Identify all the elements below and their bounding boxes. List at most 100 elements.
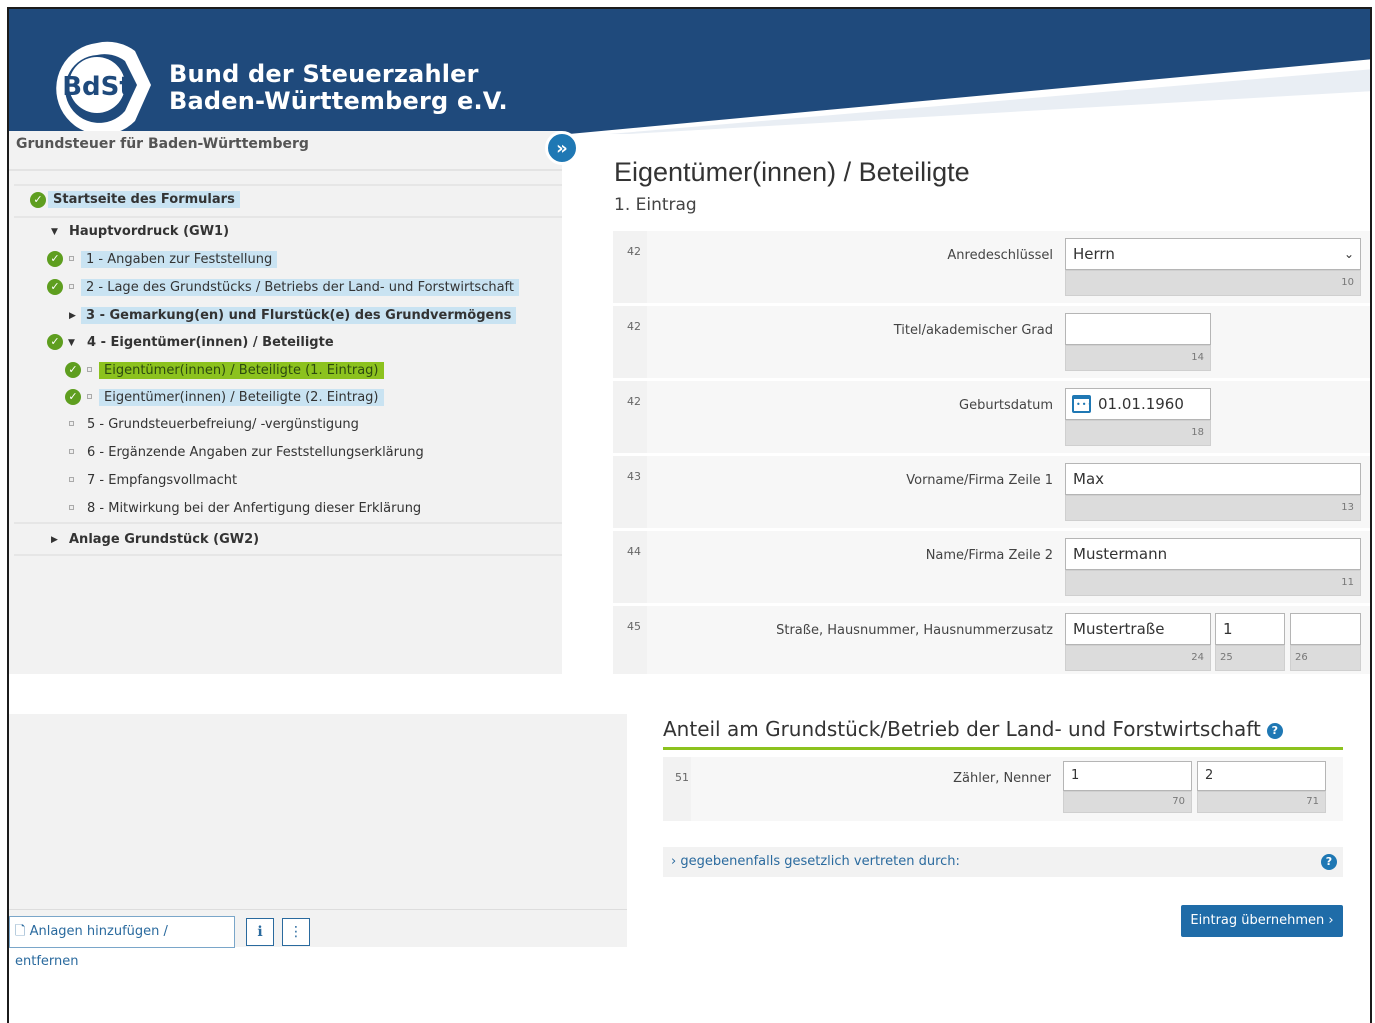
brand-line-2: Baden-Württemberg e.V.: [169, 87, 508, 115]
field-label: Vorname/Firma Zeile 1: [906, 473, 1053, 488]
header-banner: BdSt Bund der Steuerzahler Baden-Württem…: [9, 9, 1370, 134]
info-button[interactable]: ℹ: [246, 918, 274, 946]
represented-by-label: gegebenenfalls gesetzlich vertreten durc…: [680, 854, 960, 869]
tree-item-start[interactable]: Startseite des Formulars: [48, 189, 240, 211]
tree-item-2[interactable]: 2 - Lage des Grundstücks / Betriebs der …: [81, 277, 520, 299]
tree-item-7[interactable]: 7 - Empfangsvollmacht: [87, 470, 237, 492]
field-label: Name/Firma Zeile 2: [925, 548, 1053, 563]
form-row-anrede: 42 Anredeschlüssel Herrn ⌄ 10: [613, 231, 1370, 303]
row-number: 42: [627, 320, 641, 333]
bdst-logo-icon: BdSt: [56, 41, 151, 133]
page-subtitle: 1. Eintrag: [614, 195, 697, 215]
brand-line-1: Bund der Steuerzahler: [169, 60, 479, 88]
tree-item-8[interactable]: 8 - Mitwirkung bei der Anfertigung diese…: [87, 498, 421, 520]
chevron-right-icon: ›: [1328, 913, 1334, 928]
row-number: 51: [675, 771, 689, 784]
tree-item-3[interactable]: 3 - Gemarkung(en) und Flurstück(e) des G…: [81, 305, 517, 327]
check-circle-icon: ✓: [65, 389, 81, 405]
bullet-icon: [87, 367, 92, 372]
field-label: Titel/akademischer Grad: [893, 323, 1053, 338]
char-counter: 13: [1065, 495, 1361, 521]
submit-entry-label: Eintrag übernehmen: [1190, 913, 1325, 928]
check-circle-icon: ✓: [47, 279, 63, 295]
name-input[interactable]: Mustermann: [1065, 538, 1361, 570]
info-icon: ℹ: [257, 924, 263, 940]
row-body: Name/Firma Zeile 2 Mustermann 11: [647, 531, 1370, 603]
bottom-left-panel: [9, 714, 627, 947]
char-counter: 14: [1065, 345, 1211, 371]
tree-item-6[interactable]: 6 - Ergänzende Angaben zur Feststellungs…: [87, 442, 424, 464]
divider: [14, 216, 562, 218]
chevron-right-icon: ›: [671, 854, 677, 869]
question-circle-icon[interactable]: ?: [1266, 722, 1283, 739]
svg-text:BdSt: BdSt: [62, 72, 132, 102]
expand-panel-button[interactable]: »: [545, 131, 579, 165]
row-number: 45: [627, 620, 641, 633]
tree-item-4[interactable]: 4 - Eigentümer(innen) / Beteiligte: [87, 332, 334, 354]
caret-down-icon[interactable]: ▼: [68, 338, 75, 348]
row-body: Geburtsdatum ••• 01.01.1960 18: [647, 381, 1370, 453]
vorname-input[interactable]: Max: [1065, 463, 1361, 495]
caret-right-icon[interactable]: ▶: [51, 535, 58, 545]
check-circle-icon: ✓: [65, 362, 81, 378]
bullet-icon: [69, 421, 74, 426]
field-label: Zähler, Nenner: [953, 771, 1051, 786]
row-number: 44: [627, 545, 641, 558]
char-counter: 71: [1197, 791, 1326, 813]
nenner-input[interactable]: 2: [1197, 761, 1326, 791]
divider: [14, 184, 562, 186]
row-body: Titel/akademischer Grad 14: [647, 306, 1370, 378]
form-row-anteil: 51 Zähler, Nenner 1 70 2 71: [663, 757, 1343, 821]
calendar-icon[interactable]: •••: [1072, 395, 1092, 413]
caret-right-icon[interactable]: ▶: [69, 311, 76, 321]
hausnummer-input[interactable]: 1: [1215, 613, 1285, 645]
bullet-icon: [69, 477, 74, 482]
more-options-button[interactable]: ⋮: [282, 918, 310, 946]
char-counter: 25: [1215, 645, 1285, 671]
tree-item-anlage[interactable]: Anlage Grundstück (GW2): [69, 529, 259, 551]
question-circle-icon[interactable]: ?: [1321, 854, 1337, 870]
char-counter: 24: [1065, 645, 1211, 671]
check-circle-icon: ✓: [30, 192, 46, 208]
form-row-titel: 42 Titel/akademischer Grad 14: [613, 306, 1370, 378]
tree-item-1[interactable]: 1 - Angaben zur Feststellung: [81, 249, 278, 271]
form-row-name: 44 Name/Firma Zeile 2 Mustermann 11: [613, 531, 1370, 603]
zaehler-input[interactable]: 1: [1063, 761, 1192, 791]
char-counter: 70: [1063, 791, 1192, 813]
char-counter: 10: [1065, 270, 1361, 296]
add-remove-attachments-button[interactable]: 🗋 Anlagen hinzufügen / entfernen: [9, 916, 235, 969]
represented-by-expander[interactable]: › gegebenenfalls gesetzlich vertreten du…: [663, 847, 1343, 877]
navigation-title: Grundsteuer für Baden-Württemberg: [16, 136, 309, 152]
bullet-icon: [87, 394, 92, 399]
form-row-vorname: 43 Vorname/Firma Zeile 1 Max 13: [613, 456, 1370, 528]
titel-input[interactable]: [1065, 313, 1211, 345]
char-counter: 18: [1065, 420, 1211, 446]
tree-item-hauptvordruck[interactable]: Hauptvordruck (GW1): [69, 221, 229, 243]
tree-item-4-entry-2[interactable]: Eigentümer(innen) / Beteiligte (2. Eintr…: [99, 387, 384, 409]
row-body: Anredeschlüssel Herrn ⌄ 10: [647, 231, 1370, 303]
field-label: Straße, Hausnummer, Hausnummerzusatz: [776, 623, 1053, 638]
geburtsdatum-input[interactable]: ••• 01.01.1960: [1065, 388, 1211, 420]
window: BdSt Bund der Steuerzahler Baden-Württem…: [7, 7, 1372, 1023]
field-label: Anredeschlüssel: [947, 248, 1053, 263]
section-title-text: Anteil am Grundstück/Betrieb der Land- u…: [663, 717, 1261, 741]
tree-item-5[interactable]: 5 - Grundsteuerbefreiung/ -vergünstigung: [87, 414, 359, 436]
form-row-geburtsdatum: 42 Geburtsdatum ••• 01.01.1960 18: [613, 381, 1370, 453]
bullet-icon: [69, 449, 74, 454]
row-body: Zähler, Nenner 1 70 2 71: [691, 757, 1343, 821]
kebab-icon: ⋮: [289, 924, 303, 940]
hausnummerzusatz-input[interactable]: [1290, 613, 1361, 645]
section-underline: [663, 747, 1343, 750]
row-number: 42: [627, 395, 641, 408]
page-title: Eigentümer(innen) / Beteiligte: [614, 157, 970, 187]
file-icon: 🗋: [15, 924, 26, 939]
date-value: 01.01.1960: [1098, 395, 1184, 413]
caret-down-icon[interactable]: ▼: [51, 227, 58, 237]
submit-entry-button[interactable]: Eintrag übernehmen ›: [1181, 905, 1343, 937]
tree-item-4-entry-1[interactable]: Eigentümer(innen) / Beteiligte (1. Eintr…: [99, 360, 384, 382]
anrede-select[interactable]: Herrn ⌄: [1065, 238, 1361, 270]
row-number: 42: [627, 245, 641, 258]
divider: [14, 522, 562, 524]
strasse-input[interactable]: Mustertraße: [1065, 613, 1211, 645]
form-row-strasse: 45 Straße, Hausnummer, Hausnummerzusatz …: [613, 606, 1370, 674]
